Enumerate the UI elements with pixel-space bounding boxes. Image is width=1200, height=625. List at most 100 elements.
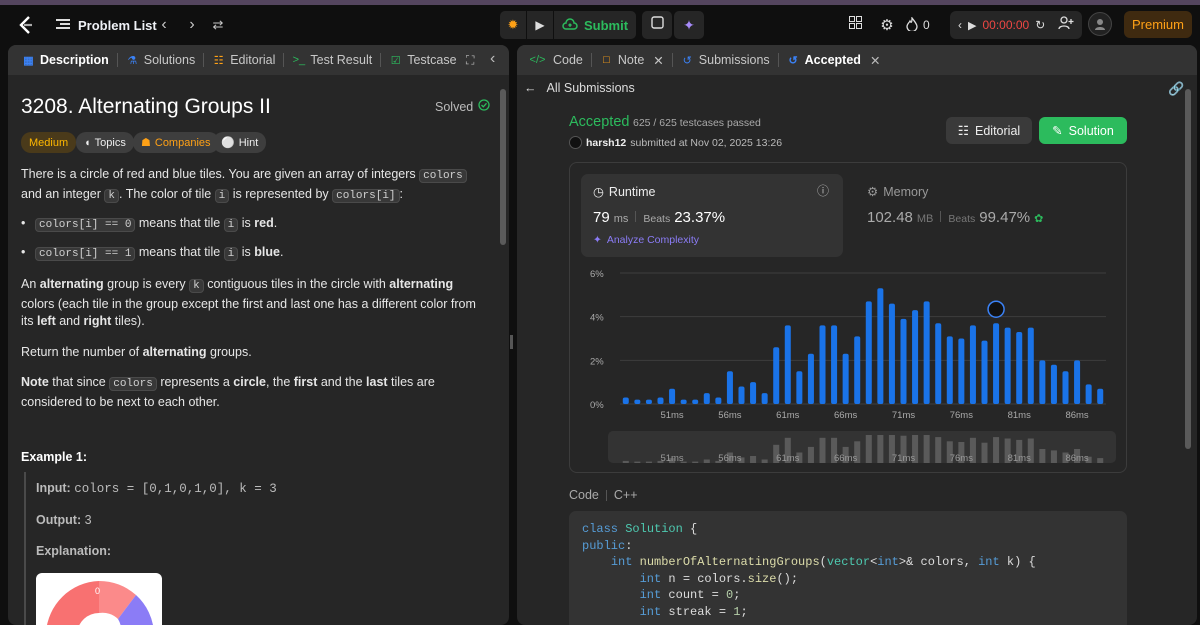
runtime-distribution-chart[interactable]: 0% 2% 4% 6% 51ms 56ms 61ms 66ms 71ms 76ms 81ms 86ms… xyxy=(570,263,1126,468)
chart-bar xyxy=(1027,327,1034,404)
topics-chip[interactable]: ◖ Topics xyxy=(76,132,134,153)
document-icon: ▦ xyxy=(23,54,34,67)
history-icon: ↺ xyxy=(788,54,798,67)
chart-bar xyxy=(1050,364,1057,404)
x-tick-label: 86ms xyxy=(1065,410,1088,421)
avatar[interactable] xyxy=(1088,12,1112,36)
tab-description[interactable]: ▦ Description xyxy=(16,45,115,75)
chart-bar xyxy=(726,371,733,404)
chart-bar xyxy=(854,336,861,404)
chart-bar xyxy=(761,393,768,404)
description-paragraph: There is a circle of red and blue tiles.… xyxy=(21,166,481,205)
flask-icon: ⚗ xyxy=(127,54,138,67)
submit-button[interactable]: Submit xyxy=(554,11,636,39)
solution-button[interactable]: ✎ Solution xyxy=(1039,117,1127,144)
collapse-icon[interactable]: ‹ xyxy=(490,50,495,68)
bold-text: circle xyxy=(233,375,266,389)
bold-text: last xyxy=(366,375,388,389)
companies-chip[interactable]: ☗ Companies xyxy=(133,132,219,153)
bug-icon: ✹ xyxy=(507,17,519,32)
runtime-box[interactable]: ◷ Runtime ⓘ 79 ms Beats 23.37% ✦ Analyze… xyxy=(581,174,843,257)
memory-header[interactable]: ⚙ Memory xyxy=(867,184,928,200)
solution-label: Solution xyxy=(1068,123,1114,138)
chart-bar xyxy=(645,399,652,404)
add-friend-button[interactable] xyxy=(1052,11,1080,39)
leaf-icon: ✿ xyxy=(1034,213,1044,225)
link-icon[interactable]: 🔗 xyxy=(1168,81,1184,97)
user-plus-icon xyxy=(1058,15,1074,35)
tab-test-result[interactable]: >_ Test Result xyxy=(286,45,378,75)
overview-bar xyxy=(923,435,930,463)
streak-counter[interactable]: 0 xyxy=(906,11,930,39)
layout-button[interactable] xyxy=(840,11,870,39)
hint-chip[interactable]: ⚪ Hint xyxy=(213,132,267,153)
text: contiguous tiles in the circle with xyxy=(203,277,390,291)
ai-assist-button[interactable]: ✦ xyxy=(674,11,704,39)
prev-problem-icon[interactable]: ‹ xyxy=(154,12,174,38)
text: group is every xyxy=(103,277,190,291)
runtime-label: Runtime xyxy=(608,184,656,199)
submission-scrollbar[interactable] xyxy=(1185,89,1191,449)
tab-description-label: Description xyxy=(40,53,109,67)
tab-code[interactable]: </> Code xyxy=(525,45,589,75)
settings-button[interactable]: ⚙ xyxy=(872,11,902,39)
info-icon[interactable]: ⓘ xyxy=(817,182,829,199)
text: . The color of tile xyxy=(119,186,215,201)
back-to-submissions[interactable]: ← All Submissions xyxy=(524,81,635,95)
close-icon[interactable]: ✕ xyxy=(653,53,663,68)
edit-icon: ✎ xyxy=(1052,124,1063,138)
chart-bar xyxy=(888,303,895,404)
debug-button[interactable]: ✹ xyxy=(500,11,526,39)
input-value: colors = [0,1,0,1,0], k = 3 xyxy=(74,482,277,496)
tab-testcase[interactable]: ☑ Testcase xyxy=(383,45,462,75)
tab-solutions[interactable]: ⚗ Solutions xyxy=(120,45,201,75)
editorial-button[interactable]: ☷ Editorial xyxy=(946,117,1032,144)
problem-list-button[interactable]: Problem List xyxy=(56,12,157,38)
user-avatar[interactable] xyxy=(569,136,582,149)
tab-code-label: Code xyxy=(553,53,583,67)
tab-submissions[interactable]: ↺ Submissions xyxy=(675,45,776,75)
description-scrollbar[interactable] xyxy=(500,89,506,245)
analyze-complexity-link[interactable]: ✦ Analyze Complexity xyxy=(593,234,699,246)
chart-bar xyxy=(692,399,699,404)
chip-icon: ⚙ xyxy=(867,185,879,199)
bullet-red: • colors[i] == 0 means that tile i is re… xyxy=(21,215,481,235)
description-paragraph: An alternating group is every k contiguo… xyxy=(21,276,481,331)
chart-bar xyxy=(1085,384,1092,404)
x-tick-label: 51ms xyxy=(660,410,683,421)
shuffle-icon[interactable]: ⇄ xyxy=(208,12,228,38)
overview-bar xyxy=(981,442,988,463)
tab-separator xyxy=(116,53,118,67)
premium-button[interactable]: Premium xyxy=(1124,11,1192,38)
overview-bar xyxy=(1097,458,1104,463)
overview-bar xyxy=(634,461,641,463)
chevron-left-icon[interactable]: ‹ xyxy=(958,18,962,32)
output-value: 3 xyxy=(84,513,92,527)
bullet-dot: • xyxy=(21,216,26,230)
panel-resize-handle[interactable] xyxy=(510,335,513,349)
run-button[interactable]: ▶ xyxy=(527,11,553,39)
close-icon[interactable]: ✕ xyxy=(870,53,880,68)
code-block[interactable]: class Solution {public: int numberOfAlte… xyxy=(569,511,1127,625)
text: : xyxy=(399,186,404,201)
leetcode-logo[interactable] xyxy=(16,14,36,36)
beats-label: Beats xyxy=(948,213,976,225)
text: and xyxy=(55,314,84,328)
bold-text: first xyxy=(293,375,318,389)
tab-accepted[interactable]: ↺ Accepted ✕ xyxy=(781,45,887,75)
username[interactable]: harsh12 xyxy=(586,137,626,149)
tab-separator xyxy=(380,53,382,67)
text: . xyxy=(279,244,284,259)
notes-button[interactable] xyxy=(642,11,672,39)
code-line: class Solution { xyxy=(582,522,698,536)
tab-note[interactable]: □ Note ✕ xyxy=(594,45,670,75)
timer-play-icon[interactable]: ▶ xyxy=(968,19,976,32)
reset-icon[interactable]: ↻ xyxy=(1035,18,1045,32)
overview-bar xyxy=(703,459,710,463)
note-paragraph: Note that since colors represents a circ… xyxy=(21,374,481,411)
chart-bar xyxy=(1074,360,1081,404)
chart-bar xyxy=(923,301,930,404)
maximize-icon[interactable]: ⛶ xyxy=(466,53,474,68)
next-problem-icon[interactable]: › xyxy=(182,12,202,38)
tab-editorial[interactable]: ☷ Editorial xyxy=(206,45,281,75)
